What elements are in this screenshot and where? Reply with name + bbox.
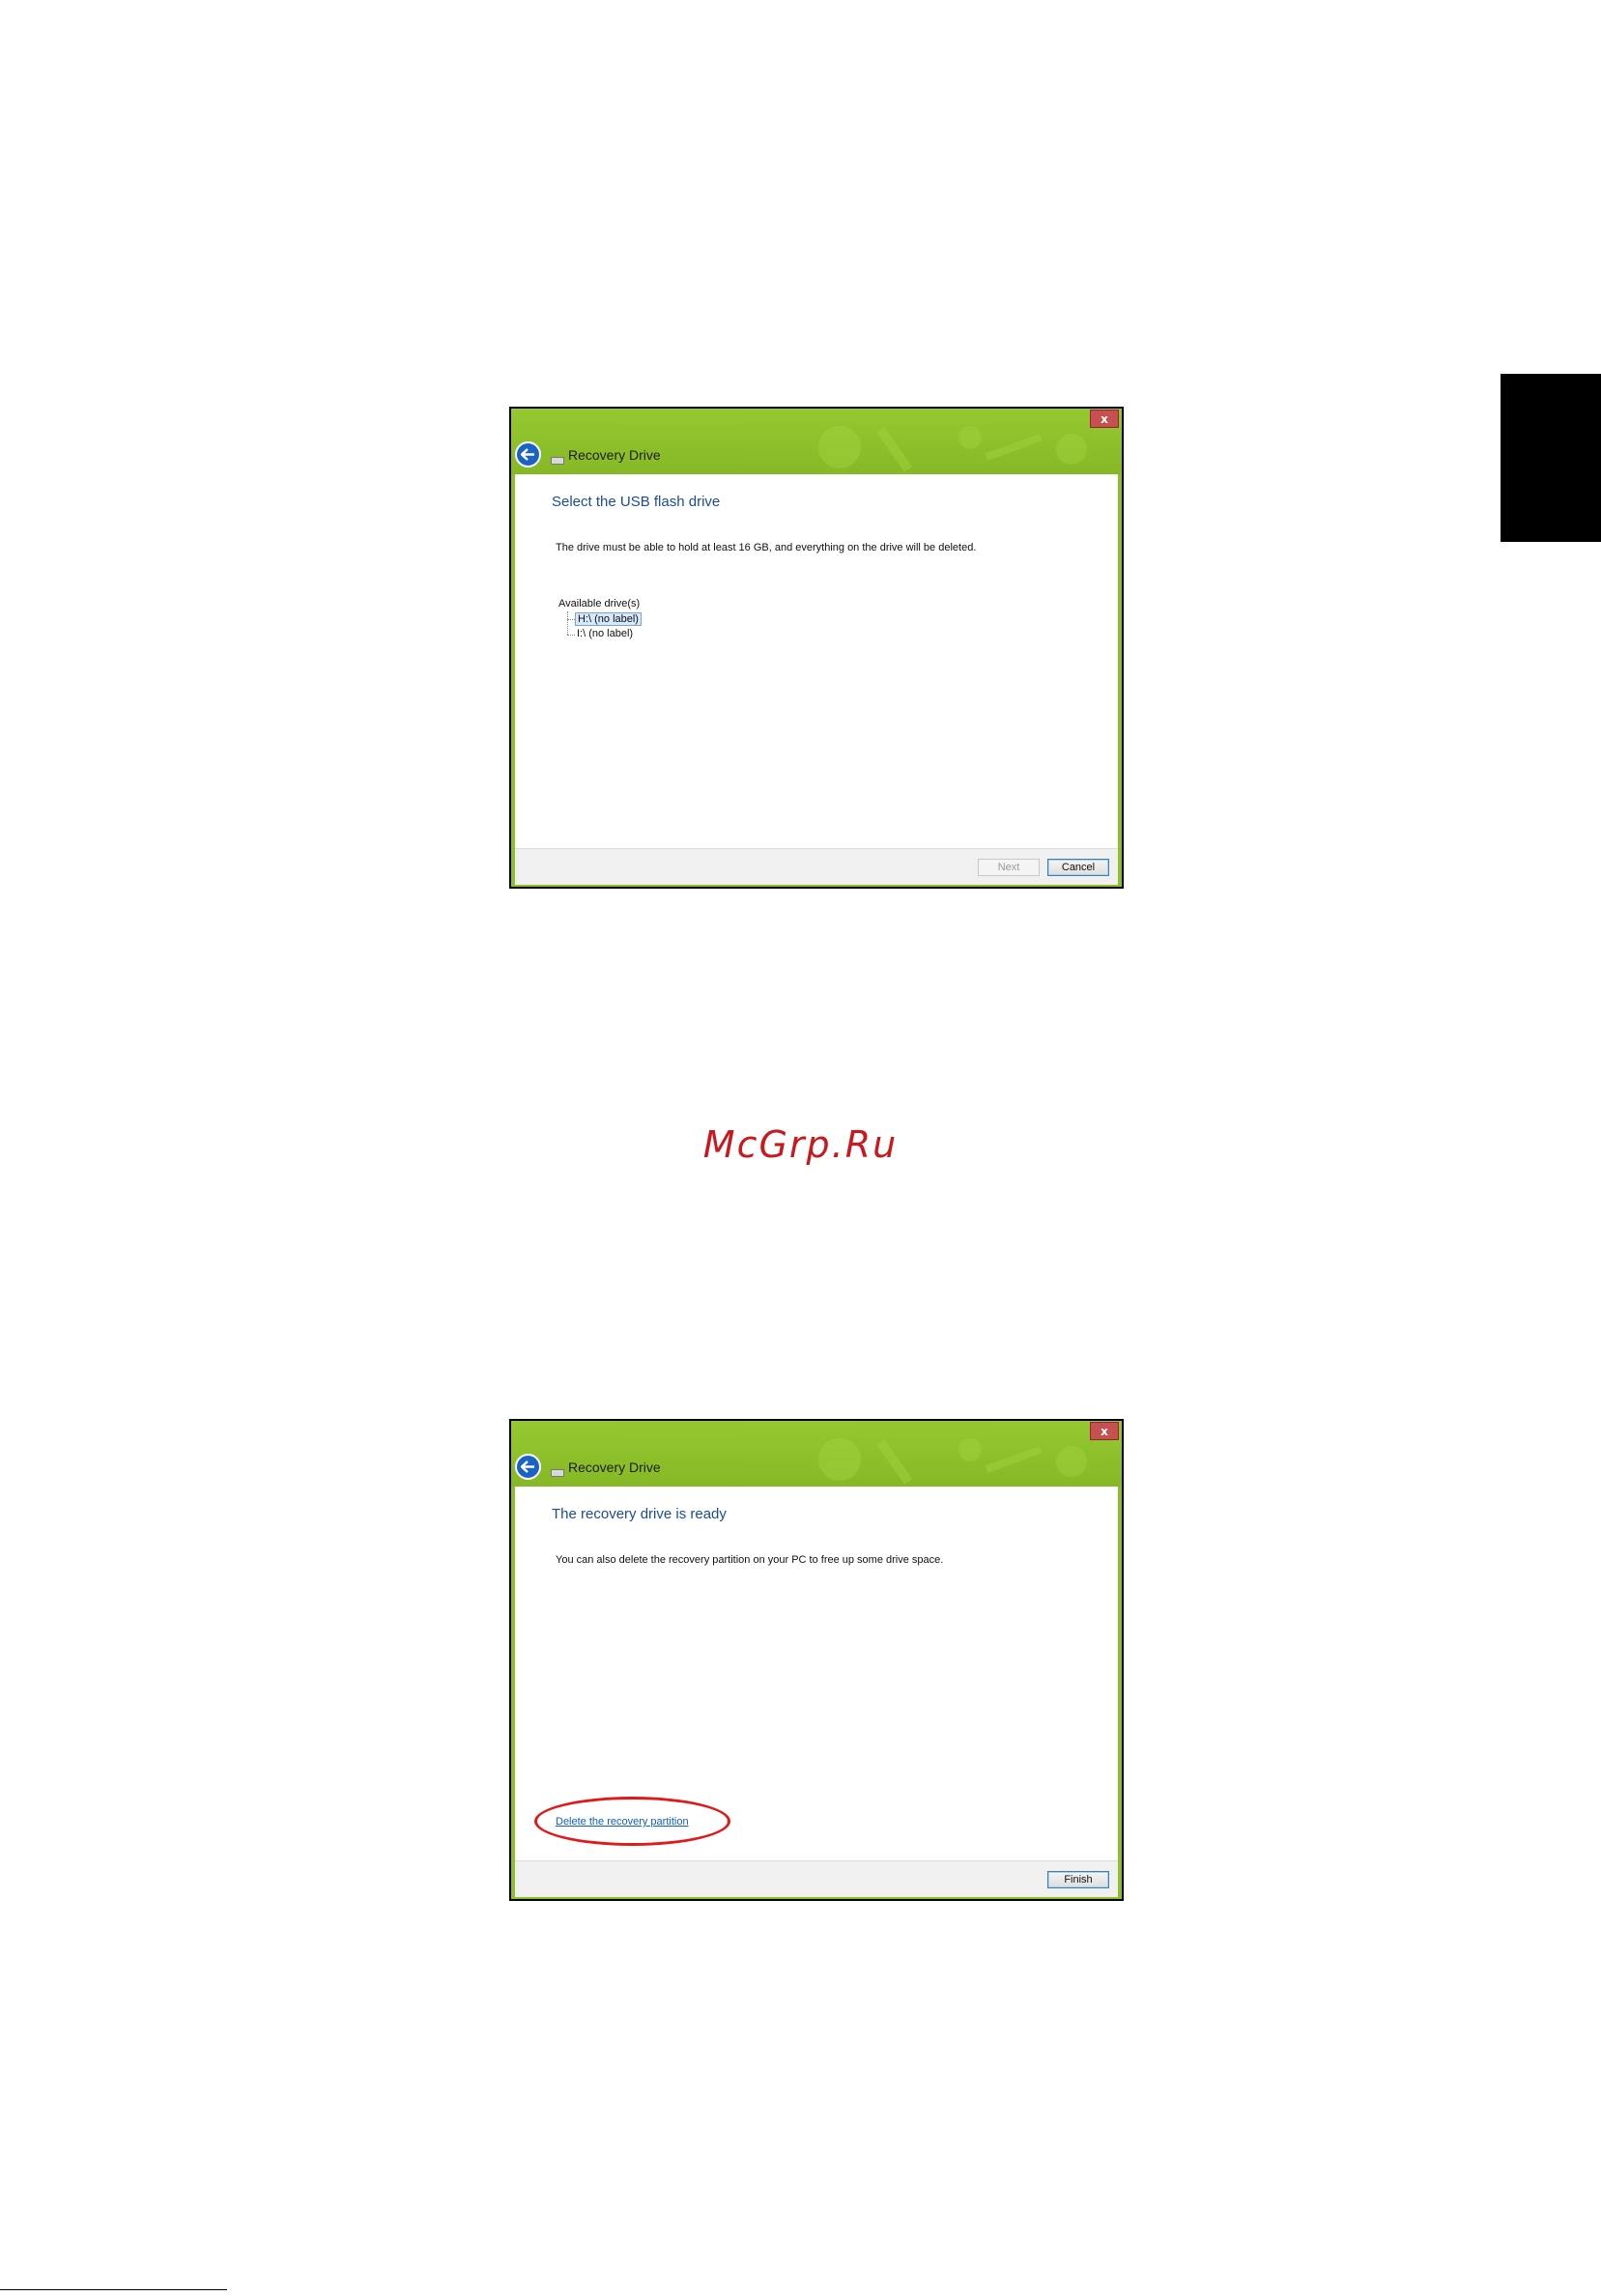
window-title: Recovery Drive [568, 1460, 661, 1475]
recovery-drive-window-ready: x Recovery Drive The recovery drive is r… [509, 1419, 1124, 1901]
close-button[interactable]: x [1090, 410, 1119, 428]
finish-button[interactable]: Finish [1047, 1871, 1109, 1888]
back-button[interactable] [515, 441, 541, 468]
tree-connector [567, 619, 575, 620]
titlebar-decoration-icon [818, 426, 1087, 472]
tree-root-label: Available drive(s) [558, 598, 641, 609]
page-heading: Select the USB flash drive [552, 494, 721, 510]
tree-connector [567, 635, 575, 636]
tree-connector [567, 611, 568, 635]
titlebar-decoration-icon [818, 1438, 1087, 1485]
usb-drive-icon [551, 1469, 564, 1477]
cancel-button[interactable]: Cancel [1047, 859, 1109, 876]
section-tab-marker [1501, 374, 1601, 542]
instruction-text: You can also delete the recovery partiti… [556, 1554, 944, 1566]
next-button[interactable]: Next [978, 859, 1040, 876]
drive-item-i[interactable]: I:\ (no label) [575, 628, 635, 639]
arrow-left-icon [521, 448, 534, 461]
recovery-drive-window-select: x Recovery Drive Select the USB flash dr… [509, 407, 1124, 889]
back-button[interactable] [515, 1454, 541, 1480]
wizard-footer: Finish [515, 1860, 1118, 1897]
wizard-content: Select the USB flash drive The drive mus… [515, 474, 1118, 848]
wizard-footer: Next Cancel [515, 848, 1118, 885]
arrow-left-icon [521, 1460, 534, 1473]
delete-recovery-partition-link[interactable]: Delete the recovery partition [556, 1816, 689, 1828]
close-button[interactable]: x [1090, 1422, 1119, 1440]
usb-drive-icon [551, 457, 564, 465]
watermark-text: McGrp.Ru [702, 1123, 899, 1166]
instruction-text: The drive must be able to hold at least … [556, 542, 977, 553]
drive-item-h[interactable]: H:\ (no label) [575, 612, 642, 626]
footer-rule [0, 2289, 227, 2290]
page-heading: The recovery drive is ready [552, 1506, 727, 1522]
title-bar: x Recovery Drive [511, 1421, 1122, 1487]
wizard-content: The recovery drive is ready You can also… [515, 1487, 1118, 1860]
window-title: Recovery Drive [568, 447, 661, 463]
title-bar: x Recovery Drive [511, 409, 1122, 474]
